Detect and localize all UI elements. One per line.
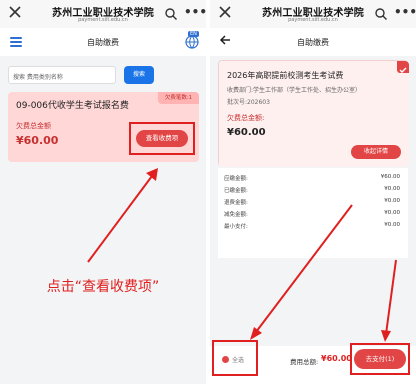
pointer-arrows xyxy=(250,204,397,342)
pointer-arrow xyxy=(87,168,158,263)
right-screen: 苏州工业职业技术学院 payment.siit.edu.cn ••• 自助缴费 … xyxy=(210,0,416,384)
left-screen: 苏州工业职业技术学院 payment.siit.edu.cn ••• 自助缴费 … xyxy=(0,0,206,384)
